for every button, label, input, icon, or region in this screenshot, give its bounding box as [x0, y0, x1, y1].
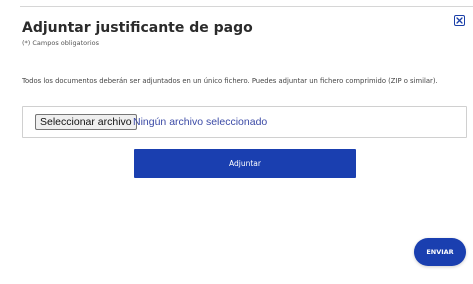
select-file-button[interactable]: Seleccionar archivo	[35, 114, 137, 130]
attach-button[interactable]: Adjuntar	[134, 149, 356, 178]
close-button[interactable]	[454, 15, 465, 26]
modal-title: Adjuntar justificante de pago	[22, 20, 253, 36]
upload-instructions: Todos los documentos deberán ser adjunta…	[22, 77, 438, 85]
required-fields-note: (*) Campos obligatorios	[22, 39, 99, 47]
file-status-text: Ningún archivo seleccionado	[133, 116, 268, 128]
modal-top-divider	[20, 6, 473, 7]
file-upload-field: Seleccionar archivo Ningún archivo selec…	[22, 106, 467, 138]
close-icon	[456, 17, 463, 24]
send-button[interactable]: ENVIAR	[414, 238, 466, 266]
